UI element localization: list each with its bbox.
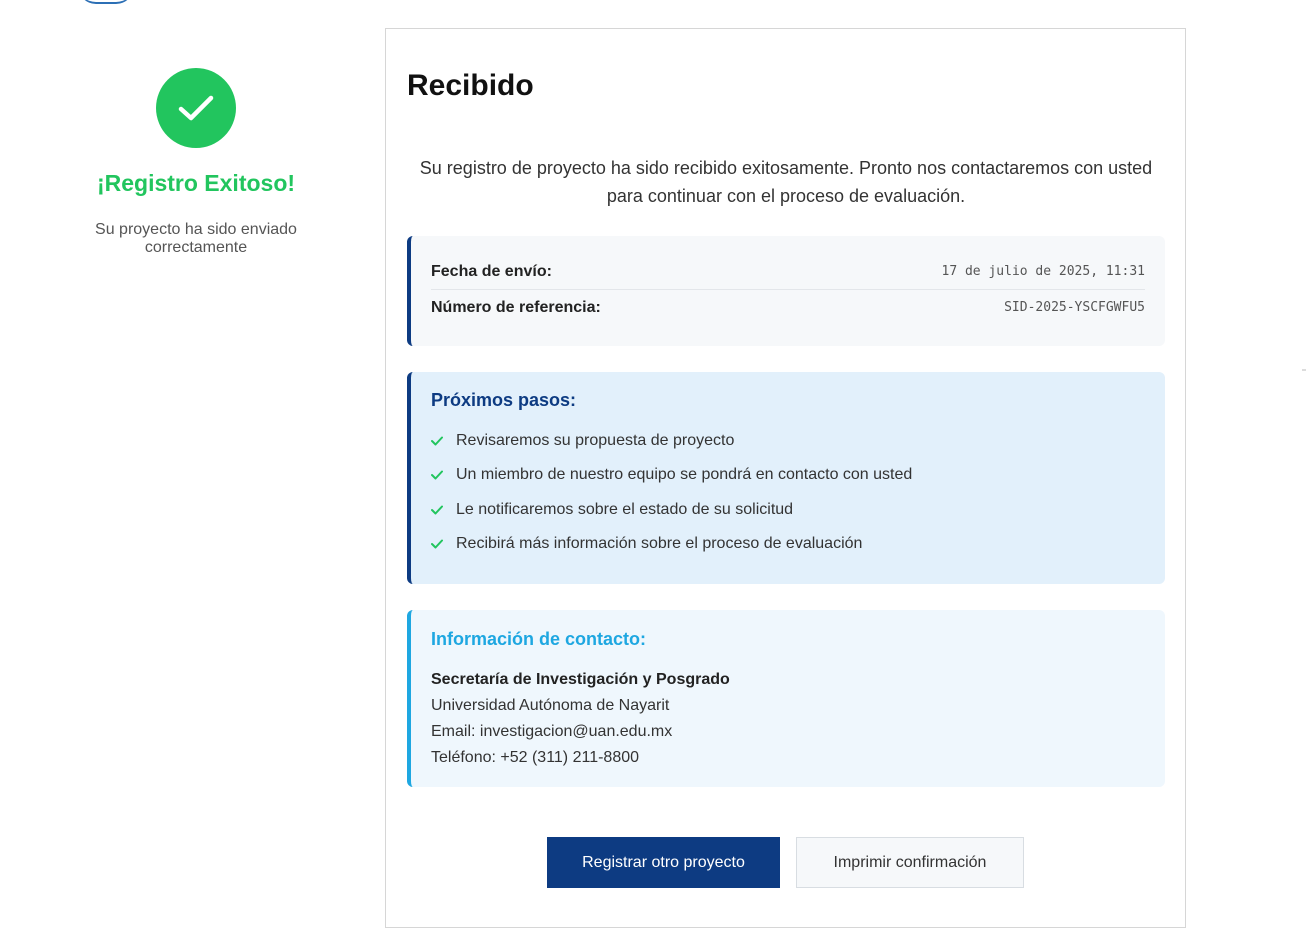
reference-value: SID-2025-YSCFGWFU5 <box>1004 300 1145 315</box>
print-confirmation-button[interactable]: Imprimir confirmación <box>796 837 1024 888</box>
reference-label: Número de referencia: <box>431 298 601 316</box>
success-panel: ¡Registro Exitoso! Su proyecto ha sido e… <box>60 68 332 257</box>
reference-row: Número de referencia: SID-2025-YSCFGWFU5 <box>431 298 1145 317</box>
step-text: Recibirá más información sobre el proces… <box>456 535 863 553</box>
check-icon <box>431 539 456 549</box>
check-icon <box>431 436 456 446</box>
register-another-button[interactable]: Registrar otro proyecto <box>547 837 780 888</box>
contact-details: Secretaría de Investigación y Posgrado U… <box>431 667 1145 771</box>
contact-email: Email: investigacion@uan.edu.mx <box>431 723 673 740</box>
step-text: Le notificaremos sobre el estado de su s… <box>456 500 794 518</box>
next-steps-list: Revisaremos su propuesta de proyecto Un … <box>431 424 1145 561</box>
date-row: Fecha de envío: 17 de julio de 2025, 11:… <box>431 262 1145 290</box>
step-text: Revisaremos su propuesta de proyecto <box>456 432 735 450</box>
check-icon <box>431 505 456 515</box>
success-subtitle: Su proyecto ha sido enviado correctament… <box>95 221 297 256</box>
success-title: ¡Registro Exitoso! <box>96 170 296 196</box>
confirmation-card: Recibido Su registro de proyecto ha sido… <box>385 28 1186 928</box>
contact-organization: Secretaría de Investigación y Posgrado <box>431 671 730 688</box>
check-icon <box>431 470 456 480</box>
date-label: Fecha de envío: <box>431 262 552 280</box>
date-value: 17 de julio de 2025, 11:31 <box>941 264 1146 279</box>
logo <box>78 0 134 4</box>
contact-title: Información de contacto: <box>431 629 647 649</box>
list-item: Un miembro de nuestro equipo se pondrá e… <box>431 458 1145 492</box>
next-steps: Próximos pasos: Revisaremos su propuesta… <box>407 372 1165 584</box>
submission-details: Fecha de envío: 17 de julio de 2025, 11:… <box>407 236 1165 346</box>
check-icon <box>178 95 214 121</box>
list-item: Recibirá más información sobre el proces… <box>431 527 1145 561</box>
contact-info: Información de contacto: Secretaría de I… <box>407 610 1165 787</box>
action-bar: Registrar otro proyecto Imprimir confirm… <box>386 837 1185 888</box>
success-badge <box>156 68 236 148</box>
step-text: Un miembro de nuestro equipo se pondrá e… <box>456 466 913 484</box>
contact-phone: Teléfono: +52 (311) 211-8800 <box>431 749 640 766</box>
list-item: Revisaremos su propuesta de proyecto <box>431 424 1145 458</box>
next-steps-title: Próximos pasos: <box>431 390 577 410</box>
intro-text: Su registro de proyecto ha sido recibido… <box>419 158 1153 206</box>
page-title: Recibido <box>407 69 534 102</box>
contact-university: Universidad Autónoma de Nayarit <box>431 697 670 714</box>
list-item: Le notificaremos sobre el estado de su s… <box>431 493 1145 527</box>
scroll-indicator <box>1302 369 1306 371</box>
